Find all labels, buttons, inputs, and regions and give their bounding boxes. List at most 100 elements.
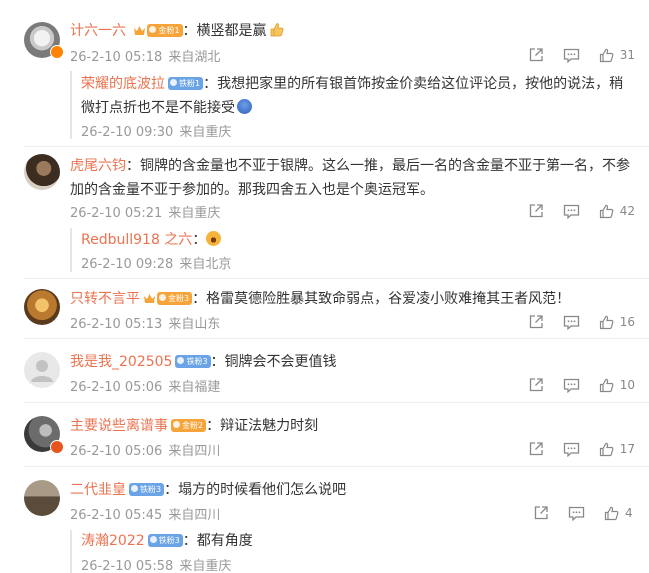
vip-crown-icon: [133, 20, 146, 35]
reply-location: 来自北京: [179, 257, 232, 272]
comment-time: 26-2-10 05:21: [70, 206, 163, 221]
share-button[interactable]: [533, 505, 549, 521]
avatar[interactable]: [24, 480, 60, 516]
comment-username[interactable]: 只转不言平: [70, 291, 140, 307]
angry-emoji: [237, 99, 252, 114]
comment-username[interactable]: 主要说些离谱事: [70, 418, 168, 434]
fan-badge: 铁粉1: [168, 77, 204, 90]
share-button[interactable]: [528, 203, 544, 219]
reply-time: 26-2-10 05:58: [81, 559, 174, 573]
comment-body: 虎尾六钧：铜牌的含金量也不亚于银牌。这么一推，最后一名的含金量不亚于第一名，不参…: [70, 158, 630, 198]
laugh-emoji: [206, 231, 222, 246]
like-count: 16: [619, 315, 635, 329]
like-icon: [604, 506, 619, 521]
comment-username[interactable]: 我是我_202505: [70, 354, 172, 370]
like-icon: [599, 442, 614, 457]
comment-meta: 26-2-10 05:06 来自四川: [70, 440, 220, 459]
like-icon: [599, 315, 614, 330]
comment-text: 铜牌会不会更值钱: [224, 354, 337, 370]
share-button[interactable]: [528, 377, 544, 393]
vip-avatar-badge: [50, 45, 64, 59]
comment-location: 来自湖北: [168, 50, 221, 65]
like-button[interactable]: 16: [599, 315, 635, 330]
reply-text: 都有角度: [196, 533, 253, 549]
like-icon: [599, 378, 614, 393]
fan-badge: 铁粉3: [129, 483, 165, 496]
comment-text: 辩证法魅力时刻: [220, 418, 319, 434]
comment-time: 26-2-10 05:06: [70, 444, 163, 459]
reply-location: 来自重庆: [179, 125, 232, 140]
like-count: 4: [625, 506, 633, 520]
comment-divider: [24, 466, 649, 467]
like-icon: [599, 204, 614, 219]
comment-icon: [568, 506, 585, 521]
reply-username[interactable]: 涛瀚2022: [81, 533, 145, 549]
share-icon: [533, 505, 549, 521]
reply-meta: 26-2-10 09:28 来自北京: [81, 253, 231, 272]
share-button[interactable]: [528, 314, 544, 330]
comment-icon: [563, 48, 580, 63]
comment-time: 26-2-10 05:18: [70, 50, 163, 65]
comment-username[interactable]: 二代韭皇: [70, 482, 126, 498]
comment-text: 塌方的时候看他们怎么说吧: [178, 482, 347, 498]
like-count: 10: [619, 378, 635, 392]
truncated-previous-content: · · · · · ·: [24, 0, 69, 7]
comment-body: 主要说些离谱事 金粉2 ：辩证法魅力时刻: [70, 418, 319, 434]
like-button[interactable]: 42: [599, 204, 635, 219]
fan-badge: 铁粉3: [175, 355, 211, 368]
like-count: 31: [619, 48, 635, 62]
like-icon: [599, 48, 614, 63]
comment-icon: [563, 204, 580, 219]
comment-button[interactable]: [563, 315, 580, 330]
like-button[interactable]: 10: [599, 378, 635, 393]
avatar[interactable]: [24, 289, 60, 325]
comment-actions: 16: [510, 313, 635, 331]
reply-username[interactable]: 荣耀的底波拉: [81, 76, 165, 92]
reply-username[interactable]: Redbull918 之六: [81, 232, 192, 248]
vip-crown-icon: [143, 288, 156, 303]
reply-meta: 26-2-10 09:30 来自重庆: [81, 121, 231, 140]
comment-time: 26-2-10 05:13: [70, 317, 163, 332]
comment-body: 计六一六 金粉1 ：横竖都是赢: [70, 19, 633, 43]
reply-time: 26-2-10 09:30: [81, 125, 174, 140]
like-count: 17: [619, 442, 635, 456]
like-count: 42: [619, 204, 635, 218]
comment-button[interactable]: [563, 48, 580, 63]
comment-meta: 26-2-10 05:06 来自福建: [70, 376, 220, 395]
comment-meta: 26-2-10 05:13 来自山东: [70, 313, 220, 332]
like-button[interactable]: 17: [599, 442, 635, 457]
comment-icon: [563, 315, 580, 330]
comment-button[interactable]: [563, 442, 580, 457]
comment-location: 来自山东: [168, 317, 221, 332]
avatar[interactable]: [24, 154, 60, 190]
share-icon: [528, 377, 544, 393]
comment-text: 横竖都是赢: [196, 23, 267, 39]
comment-body: 二代韭皇 铁粉3 ：塌方的时候看他们怎么说吧: [70, 482, 347, 498]
comment-text: 铜牌的含金量也不亚于银牌。这么一推，最后一名的含金量不亚于第一名，不参加的含金量…: [70, 158, 630, 198]
comment-username[interactable]: 虎尾六钧: [70, 158, 126, 174]
comment-actions: 42: [510, 202, 635, 220]
share-button[interactable]: [528, 47, 544, 63]
reply-body: Redbull918 之六：: [81, 228, 635, 252]
comment-location: 来自福建: [168, 380, 221, 395]
avatar[interactable]: [24, 352, 60, 388]
comment-actions: 10: [510, 376, 635, 394]
comment-button[interactable]: [563, 378, 580, 393]
fan-badge: 金粉3: [157, 292, 193, 305]
share-icon: [528, 203, 544, 219]
comment-divider: [24, 278, 649, 279]
like-button[interactable]: 31: [599, 48, 635, 63]
share-button[interactable]: [528, 441, 544, 457]
reply-body: 涛瀚2022 铁粉3 ：都有角度: [81, 533, 253, 549]
comment-button[interactable]: [563, 204, 580, 219]
reply-meta: 26-2-10 05:58 来自重庆: [81, 555, 231, 573]
share-icon: [528, 441, 544, 457]
comment-divider: [24, 146, 649, 147]
comment-button[interactable]: [568, 506, 585, 521]
comment-divider: [24, 402, 649, 403]
comment-username[interactable]: 计六一六: [70, 23, 126, 39]
share-icon: [528, 314, 544, 330]
share-icon: [528, 47, 544, 63]
fan-badge: 金粉2: [171, 419, 207, 432]
like-button[interactable]: 4: [604, 506, 635, 521]
